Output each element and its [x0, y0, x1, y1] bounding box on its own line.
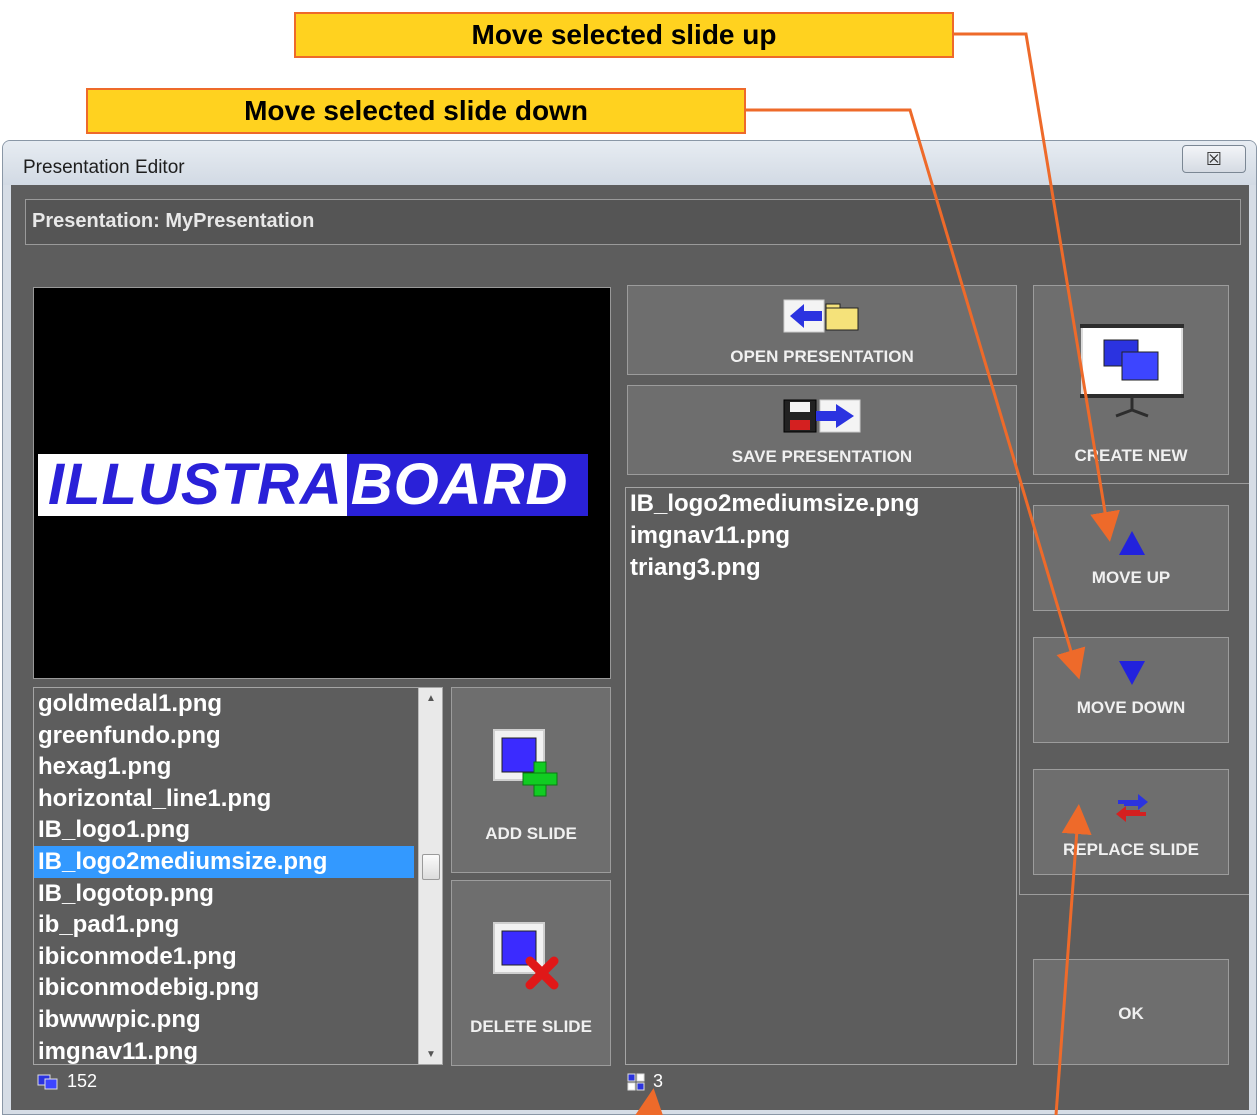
- file-list-items: goldmedal1.png greenfundo.png hexag1.png…: [34, 688, 442, 1064]
- move-down-label: MOVE DOWN: [1076, 698, 1186, 717]
- slide-list-item[interactable]: imgnav11.png: [626, 520, 1016, 552]
- file-list-item[interactable]: ibiconmodebig.png: [34, 972, 414, 1004]
- save-presentation-label: SAVE PRESENTATION: [731, 447, 913, 466]
- file-list-item[interactable]: ibiconmode1.png: [34, 941, 414, 973]
- logo-text-right: BOARD: [346, 454, 588, 516]
- open-presentation-button[interactable]: OPEN PRESENTATION: [627, 285, 1017, 375]
- slide-count-status: 3: [627, 1071, 663, 1092]
- open-folder-icon: [783, 299, 859, 333]
- replace-slide-label: REPLACE SLIDE: [1062, 840, 1200, 859]
- logo-text-left: ILLUSTRA: [38, 454, 347, 516]
- presentation-editor-window: Presentation Editor ☒ Presentation: MyPr…: [2, 140, 1257, 1115]
- file-list-item[interactable]: ibwwwpic.png: [34, 1004, 414, 1036]
- file-count-status: 152: [37, 1071, 97, 1092]
- scroll-thumb[interactable]: [422, 854, 440, 880]
- create-new-button[interactable]: CREATE NEW: [1033, 285, 1229, 475]
- file-list-item[interactable]: hexag1.png: [34, 751, 414, 783]
- file-list-item[interactable]: horizontal_line1.png: [34, 783, 414, 815]
- open-presentation-label: OPEN PRESENTATION: [730, 347, 914, 366]
- move-up-label: MOVE UP: [1091, 568, 1171, 587]
- illustraboard-logo: ILLUSTRA BOARD: [38, 454, 588, 516]
- page: Move selected slide up Move selected sli…: [0, 0, 1257, 1115]
- file-count: 152: [67, 1071, 98, 1091]
- create-new-label: CREATE NEW: [1074, 446, 1188, 465]
- file-list-item[interactable]: IB_logotop.png: [34, 878, 414, 910]
- add-slide-label: ADD SLIDE: [485, 824, 577, 843]
- slide-list[interactable]: IB_logo2mediumsize.png imgnav11.png tria…: [625, 487, 1017, 1065]
- slides-grid-icon: [627, 1073, 645, 1090]
- editor-client-area: Presentation: MyPresentation ILLUSTRA BO…: [11, 185, 1249, 1110]
- slide-count: 3: [653, 1071, 664, 1091]
- delete-slide-label: DELETE SLIDE: [470, 1017, 592, 1036]
- scroll-up-arrow-icon[interactable]: ▲: [419, 688, 442, 708]
- scroll-down-arrow-icon[interactable]: ▼: [419, 1044, 442, 1064]
- add-slide-icon: [493, 729, 558, 797]
- save-disk-icon: [783, 399, 861, 433]
- presentation-header: Presentation: MyPresentation: [25, 199, 1241, 245]
- file-list-item-selected[interactable]: IB_logo2mediumsize.png: [34, 845, 414, 878]
- files-icon: [37, 1074, 58, 1089]
- arrow-down-icon: [1119, 661, 1145, 685]
- presentation-name: Presentation: MyPresentation: [32, 210, 315, 232]
- callout-move-up: Move selected slide up: [294, 12, 954, 58]
- slide-list-item[interactable]: triang3.png: [626, 552, 1016, 584]
- file-list-item[interactable]: imgnav11.png: [34, 1036, 414, 1064]
- callout-move-down: Move selected slide down: [86, 88, 746, 134]
- file-list[interactable]: goldmedal1.png greenfundo.png hexag1.png…: [33, 687, 443, 1065]
- slide-preview: ILLUSTRA BOARD: [33, 287, 611, 679]
- file-list-item[interactable]: IB_logo1.png: [34, 814, 414, 846]
- replace-slide-button[interactable]: REPLACE SLIDE: [1033, 769, 1229, 875]
- close-button[interactable]: ☒: [1182, 145, 1246, 173]
- close-icon: ☒: [1205, 148, 1223, 170]
- move-up-button[interactable]: MOVE UP: [1033, 505, 1229, 611]
- delete-slide-button[interactable]: DELETE SLIDE: [451, 880, 611, 1066]
- file-list-item[interactable]: greenfundo.png: [34, 720, 414, 752]
- title-bar: Presentation Editor ☒: [3, 141, 1256, 185]
- add-slide-button[interactable]: ADD SLIDE: [451, 687, 611, 873]
- arrow-up-icon: [1119, 531, 1145, 555]
- save-presentation-button[interactable]: SAVE PRESENTATION: [627, 385, 1017, 475]
- ok-button[interactable]: OK: [1033, 959, 1229, 1065]
- replace-swap-icon: [1116, 794, 1148, 822]
- delete-slide-icon: [493, 922, 559, 990]
- slide-list-item[interactable]: IB_logo2mediumsize.png: [626, 488, 1016, 520]
- window-title: Presentation Editor: [23, 157, 185, 178]
- file-list-item[interactable]: goldmedal1.png: [34, 688, 414, 720]
- move-down-button[interactable]: MOVE DOWN: [1033, 637, 1229, 743]
- file-list-item[interactable]: ib_pad1.png: [34, 909, 414, 941]
- file-list-scrollbar[interactable]: ▲ ▼: [418, 688, 442, 1064]
- ok-label: OK: [1118, 1004, 1144, 1023]
- projector-screen-icon: [1080, 324, 1184, 418]
